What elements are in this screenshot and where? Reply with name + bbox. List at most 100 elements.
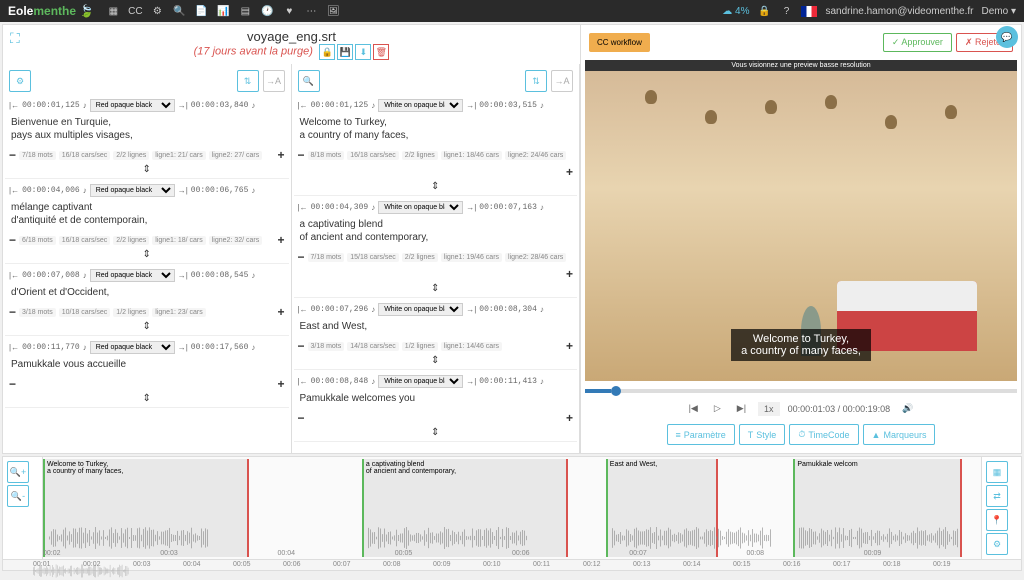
note-icon[interactable]: ♪ bbox=[371, 101, 375, 110]
note-icon[interactable]: ♪ bbox=[540, 101, 544, 110]
prev-button[interactable]: |◀ bbox=[685, 401, 702, 416]
sort-button[interactable]: ⇅ bbox=[237, 70, 259, 92]
lock-icon[interactable]: 🔒 bbox=[757, 4, 771, 18]
tc-out-marker[interactable]: →| bbox=[178, 186, 188, 195]
tc-out[interactable]: 00:00:06,765 bbox=[191, 186, 249, 195]
approve-button[interactable]: ✓ Approuver bbox=[883, 33, 952, 52]
note-icon[interactable]: ♪ bbox=[371, 203, 375, 212]
plus-button[interactable]: + bbox=[566, 165, 573, 179]
tc-in-marker[interactable]: |← bbox=[9, 343, 19, 352]
help-icon[interactable]: ? bbox=[779, 4, 793, 18]
note-icon[interactable]: ♪ bbox=[83, 186, 87, 195]
note-icon[interactable]: ♪ bbox=[83, 343, 87, 352]
tc-in[interactable]: 00:00:11,770 bbox=[22, 343, 80, 352]
plus-button[interactable]: + bbox=[277, 377, 284, 391]
heart-icon[interactable]: ♥ bbox=[282, 4, 296, 18]
progress-bar[interactable] bbox=[585, 389, 1017, 393]
plus-button[interactable]: + bbox=[566, 339, 573, 353]
tc-in[interactable]: 00:00:08,848 bbox=[311, 377, 369, 386]
misc-icon[interactable]: ⋯ bbox=[304, 4, 318, 18]
next-button[interactable]: ▶| bbox=[733, 401, 750, 416]
plus-button[interactable]: + bbox=[277, 148, 284, 162]
subtitle-text[interactable]: a captivating blendof ancient and contem… bbox=[298, 214, 574, 248]
tc-out[interactable]: 00:00:03,840 bbox=[191, 101, 249, 110]
merge-arrow[interactable]: ⇕ bbox=[9, 249, 285, 260]
translate-button-2[interactable]: →A bbox=[551, 70, 573, 92]
subtitle-text[interactable]: Bienvenue en Turquie,pays aux multiples … bbox=[9, 112, 285, 146]
user-email[interactable]: sandrine.hamon@videomenthe.fr bbox=[825, 6, 973, 17]
delete-button[interactable]: 🗑 bbox=[373, 44, 389, 60]
subtitle-text[interactable]: mélange captivantd'antiquité et de conte… bbox=[9, 197, 285, 231]
cc-workflow-button[interactable]: CC workflow bbox=[589, 33, 650, 52]
minus-button[interactable]: − bbox=[298, 148, 305, 162]
minus-button[interactable]: − bbox=[9, 305, 16, 319]
download-button[interactable]: ⬇ bbox=[355, 44, 371, 60]
tc-out-marker[interactable]: →| bbox=[466, 377, 476, 386]
tc-out[interactable]: 00:00:03,515 bbox=[479, 101, 537, 110]
minus-button[interactable]: − bbox=[298, 339, 305, 353]
sort-button-2[interactable]: ⇅ bbox=[525, 70, 547, 92]
gear-icon[interactable]: ⚙ bbox=[150, 4, 164, 18]
timeline-track[interactable]: Welcome to Turkey,a country of many face… bbox=[43, 457, 981, 559]
dash-icon[interactable]: 📊 bbox=[216, 4, 230, 18]
note-icon[interactable]: ♪ bbox=[371, 377, 375, 386]
merge-arrow[interactable]: ⇕ bbox=[298, 181, 574, 192]
tc-out-marker[interactable]: →| bbox=[466, 305, 476, 314]
subtitle-text[interactable]: d'Orient et d'Occident, bbox=[9, 282, 285, 303]
tc-out-marker[interactable]: →| bbox=[178, 343, 188, 352]
tc-in-marker[interactable]: |← bbox=[9, 101, 19, 110]
merge-arrow[interactable]: ⇕ bbox=[298, 283, 574, 294]
tab-marqueurs[interactable]: ▲ Marqueurs bbox=[863, 424, 936, 445]
note-icon[interactable]: ♪ bbox=[251, 271, 255, 280]
style-select[interactable]: White on opaque bla... bbox=[378, 201, 463, 214]
tab-style[interactable]: T Style bbox=[739, 424, 786, 445]
image-icon[interactable]: 🖼 bbox=[326, 4, 340, 18]
subtitle-text[interactable]: Welcome to Turkey,a country of many face… bbox=[298, 112, 574, 146]
tc-out[interactable]: 00:00:08,545 bbox=[191, 271, 249, 280]
note-icon[interactable]: ♪ bbox=[251, 186, 255, 195]
tl-tool-3[interactable]: 📍 bbox=[986, 509, 1008, 531]
style-select[interactable]: White on opaque bla... bbox=[378, 99, 463, 112]
minus-button[interactable]: − bbox=[298, 411, 305, 425]
minus-button[interactable]: − bbox=[298, 250, 305, 264]
plus-button[interactable]: + bbox=[566, 267, 573, 281]
zoom-in-button[interactable]: 🔍+ bbox=[7, 461, 29, 483]
tc-in[interactable]: 00:00:07,008 bbox=[22, 271, 80, 280]
binoculars-icon[interactable]: 🔍 bbox=[172, 4, 186, 18]
tc-out-marker[interactable]: →| bbox=[178, 271, 188, 280]
plus-button[interactable]: + bbox=[277, 233, 284, 247]
tc-out[interactable]: 00:00:08,304 bbox=[479, 305, 537, 314]
style-select[interactable]: Red opaque black bbox=[90, 184, 175, 197]
tl-tool-2[interactable]: ⇄ bbox=[986, 485, 1008, 507]
style-select[interactable]: Red opaque black bbox=[90, 341, 175, 354]
zoom-out-button[interactable]: 🔍- bbox=[7, 485, 29, 507]
timeline-clip[interactable]: East and West, bbox=[606, 459, 719, 557]
volume-button[interactable]: 🔊 bbox=[898, 401, 917, 416]
tc-in-marker[interactable]: |← bbox=[298, 101, 308, 110]
table-icon[interactable]: ▤ bbox=[238, 4, 252, 18]
merge-arrow[interactable]: ⇕ bbox=[298, 427, 574, 438]
timeline-clip[interactable]: a captivating blendof ancient and contem… bbox=[362, 459, 568, 557]
tc-out-marker[interactable]: →| bbox=[466, 203, 476, 212]
merge-arrow[interactable]: ⇕ bbox=[298, 355, 574, 366]
speed-select[interactable]: 1x bbox=[758, 402, 780, 416]
note-icon[interactable]: ♪ bbox=[83, 101, 87, 110]
timeline-clip[interactable]: Pamukkale welcom bbox=[793, 459, 962, 557]
tc-out[interactable]: 00:00:07,163 bbox=[479, 203, 537, 212]
timeline-clip[interactable]: Welcome to Turkey,a country of many face… bbox=[43, 459, 249, 557]
note-icon[interactable]: ♪ bbox=[251, 101, 255, 110]
note-icon[interactable]: ♪ bbox=[540, 305, 544, 314]
note-icon[interactable]: ♪ bbox=[540, 203, 544, 212]
subtitle-text[interactable]: Pamukkale welcomes you bbox=[298, 388, 574, 409]
plus-button[interactable]: + bbox=[566, 411, 573, 425]
tab-parametre[interactable]: ≡ Paramètre bbox=[667, 424, 735, 445]
cc-icon[interactable]: CC bbox=[128, 4, 142, 18]
doc-icon[interactable]: 📄 bbox=[194, 4, 208, 18]
tc-in-marker[interactable]: |← bbox=[298, 377, 308, 386]
tc-out[interactable]: 00:00:17,560 bbox=[191, 343, 249, 352]
tc-in[interactable]: 00:00:07,296 bbox=[311, 305, 369, 314]
save-button[interactable]: 💾 bbox=[337, 44, 353, 60]
tab-timecode[interactable]: ⏱ TimeCode bbox=[789, 424, 858, 445]
merge-arrow[interactable]: ⇕ bbox=[9, 164, 285, 175]
tc-out-marker[interactable]: →| bbox=[178, 101, 188, 110]
